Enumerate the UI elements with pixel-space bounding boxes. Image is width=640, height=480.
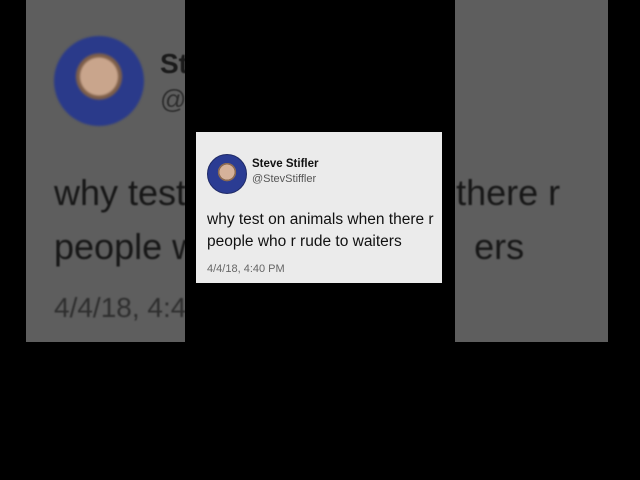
background-handle-fragment: @ bbox=[160, 84, 187, 114]
tweet-card: Steve Stifler @StevStiffler why test on … bbox=[196, 132, 442, 283]
background-text-line-2-left: people w bbox=[54, 226, 199, 267]
author-handle[interactable]: @StevStiffler bbox=[252, 173, 316, 185]
background-time-fragment: 4/4/18, 4:4 bbox=[54, 292, 187, 323]
background-text-line-1-left: why test bbox=[54, 172, 187, 213]
background-text-line-2-right: ers bbox=[474, 226, 525, 267]
tweet-text: why test on animals when there r people … bbox=[207, 211, 434, 250]
background-avatar bbox=[54, 36, 144, 126]
tweet-timestamp[interactable]: 4/4/18, 4:40 PM bbox=[207, 263, 285, 275]
avatar[interactable] bbox=[207, 154, 247, 194]
background-name-fragment: St bbox=[160, 48, 188, 79]
author-name[interactable]: Steve Stifler bbox=[252, 158, 318, 170]
